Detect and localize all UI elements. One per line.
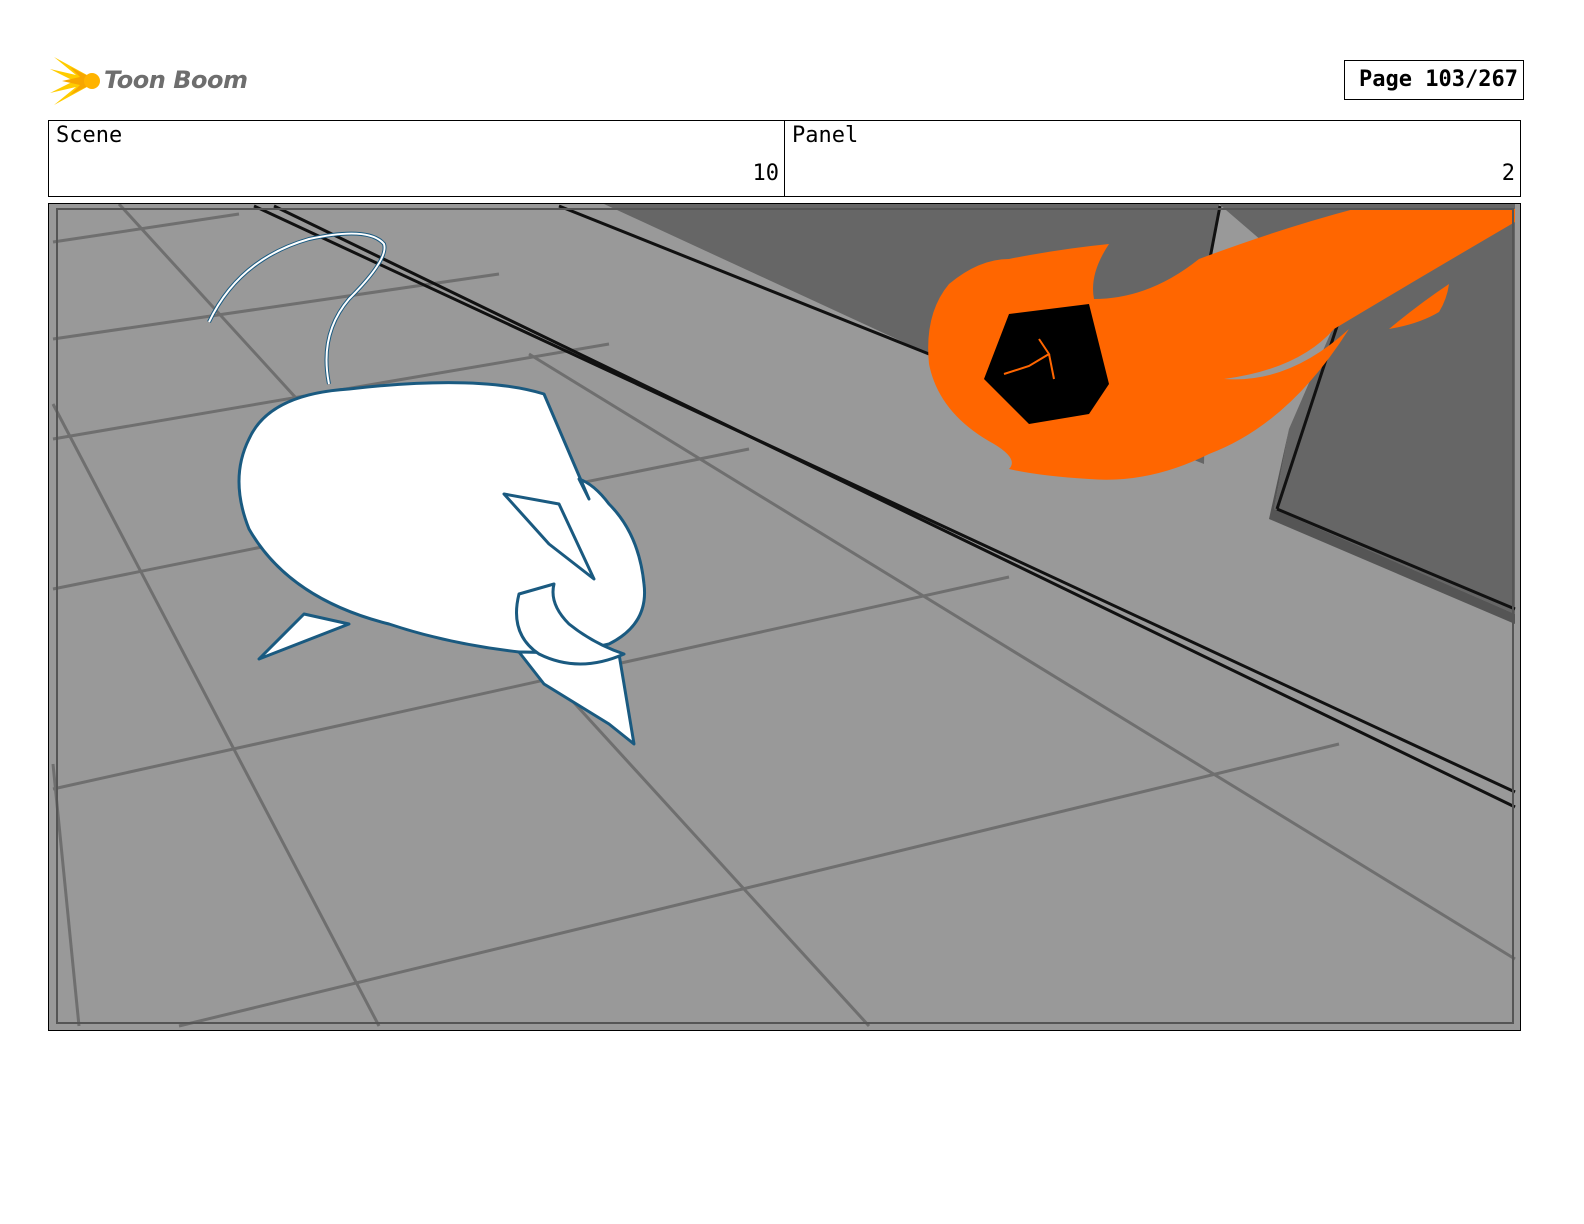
panel-value: 2: [1501, 161, 1515, 186]
scene-panel-info: Scene 10 Panel 2: [48, 120, 1521, 197]
starburst-icon: [50, 57, 100, 105]
storyboard-panel: [48, 203, 1521, 1031]
scene-label: Scene: [56, 123, 123, 148]
panel-artwork: [49, 204, 1520, 1030]
panel-label: Panel: [792, 123, 859, 148]
scene-value: 10: [752, 161, 780, 186]
logo-text: Toon Boom: [104, 66, 248, 94]
panel-cell: Panel 2: [784, 121, 1520, 196]
page-number: Page 103/267: [1344, 60, 1524, 100]
toon-boom-logo: Toon Boom: [50, 55, 250, 107]
scene-cell: Scene 10: [49, 121, 784, 196]
